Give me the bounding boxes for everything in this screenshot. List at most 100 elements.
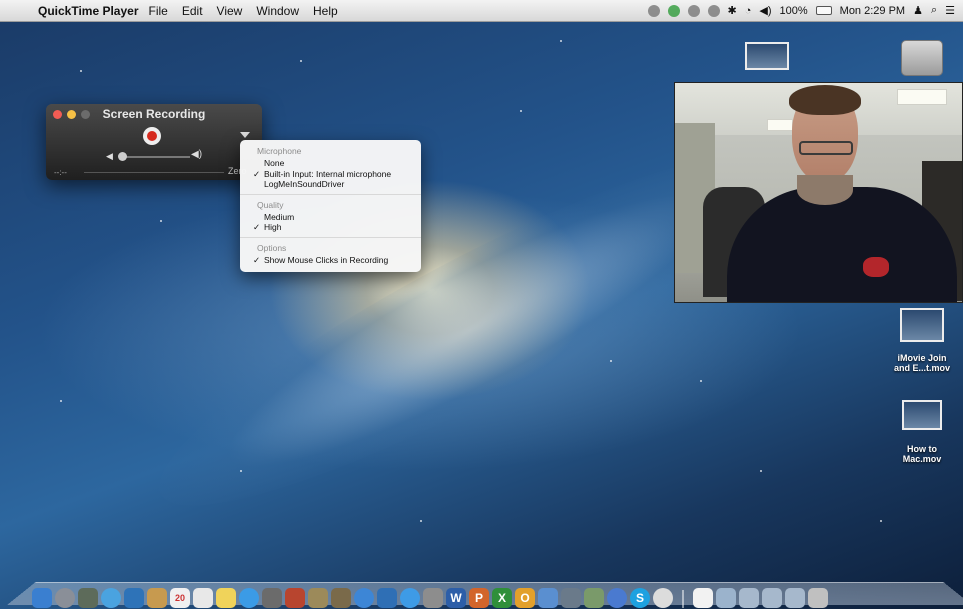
star	[300, 60, 302, 62]
excel-icon[interactable]: X	[492, 588, 512, 608]
screen-recording-window: Screen Recording ◀ ◀) --:-- Zero	[46, 104, 262, 180]
network-icon[interactable]	[584, 588, 604, 608]
menu-item-quality-medium[interactable]: Medium	[240, 212, 421, 223]
wifi-icon[interactable]: ◔	[745, 5, 752, 17]
menu-separator	[240, 236, 421, 238]
star	[240, 470, 242, 472]
person-glasses	[799, 141, 853, 155]
person-beard	[797, 175, 853, 205]
desktop-screenshot-icon[interactable]	[742, 42, 792, 70]
menu-edit[interactable]: Edit	[182, 4, 203, 18]
user-icon[interactable]: ♟	[913, 4, 923, 17]
options-menu: Microphone None ✓ Built-in Input: Intern…	[240, 140, 421, 272]
volume-slider-track[interactable]	[120, 156, 190, 158]
file-label-line1: How to	[907, 444, 937, 454]
volume-icon[interactable]: ◀)	[759, 4, 771, 17]
item-label: LogMeInSoundDriver	[264, 179, 345, 189]
bluetooth-icon[interactable]: ✱	[728, 4, 737, 17]
minimized-window-icon[interactable]	[762, 588, 782, 608]
itunes-icon[interactable]	[354, 588, 374, 608]
clock[interactable]: Mon 2:29 PM	[840, 5, 905, 17]
star	[560, 40, 562, 42]
recording-status-icon[interactable]	[647, 4, 660, 17]
menu-help[interactable]: Help	[313, 4, 338, 18]
photo-booth-icon[interactable]	[285, 588, 305, 608]
menu-view[interactable]: View	[217, 4, 243, 18]
record-button[interactable]	[143, 127, 161, 145]
skype-icon[interactable]: S	[630, 588, 650, 608]
contacts-icon[interactable]	[147, 588, 167, 608]
webcam-video[interactable]	[674, 82, 963, 303]
messages-icon[interactable]	[239, 588, 259, 608]
time-machine-icon[interactable]	[707, 4, 720, 17]
menu-item-show-mouse-clicks[interactable]: ✓ Show Mouse Clicks in Recording	[240, 255, 421, 266]
migration-icon[interactable]	[561, 588, 581, 608]
documents-stack-icon[interactable]	[693, 588, 713, 608]
person-hair	[789, 85, 861, 115]
minimized-window-icon[interactable]	[785, 588, 805, 608]
options-dropdown-button[interactable]	[240, 132, 250, 138]
volume-slider-knob[interactable]	[118, 152, 127, 161]
powerpoint-icon[interactable]: P	[469, 588, 489, 608]
launchpad-icon[interactable]	[55, 588, 75, 608]
checkmark-icon: ✓	[253, 222, 261, 232]
app-menu[interactable]: QuickTime Player	[38, 4, 139, 18]
dvd-player-icon[interactable]	[653, 588, 673, 608]
word-icon[interactable]: W	[446, 588, 466, 608]
menu-file[interactable]: File	[149, 4, 168, 18]
finder-icon[interactable]	[32, 588, 52, 608]
star	[520, 110, 522, 112]
desktop-file-howto[interactable]: How to Mac.mov	[884, 400, 960, 464]
system-preferences-icon[interactable]	[423, 588, 443, 608]
record-icon	[147, 131, 157, 141]
reminders-icon[interactable]	[193, 588, 213, 608]
minimized-window-icon[interactable]	[739, 588, 759, 608]
battery-percent[interactable]: 100%	[780, 5, 808, 17]
star	[760, 470, 762, 472]
item-label: Built-in Input: Internal microphone	[264, 168, 392, 179]
item-label: Show Mouse Clicks in Recording	[264, 254, 389, 265]
mail-icon[interactable]	[124, 588, 144, 608]
facetime-icon[interactable]	[262, 588, 282, 608]
ceiling-light	[767, 119, 793, 131]
sync-icon[interactable]	[667, 4, 680, 17]
window-title: Screen Recording	[102, 107, 206, 121]
battery-icon[interactable]	[815, 6, 832, 15]
desktop-file-imovie[interactable]: iMovie Join and E...t.mov	[884, 308, 960, 373]
menu-window[interactable]: Window	[256, 4, 299, 18]
ibooks-icon[interactable]	[377, 588, 397, 608]
menu-item-quality-high[interactable]: ✓ High	[240, 222, 421, 233]
iphoto-star-icon[interactable]	[308, 588, 328, 608]
volume-low-icon: ◀	[106, 151, 113, 161]
star	[420, 520, 422, 522]
dropbox-icon[interactable]	[687, 4, 700, 17]
checkmark-icon: ✓	[253, 254, 261, 265]
lync-icon[interactable]	[538, 588, 558, 608]
menu-item-microphone-internal[interactable]: ✓ Built-in Input: Internal microphone	[240, 169, 421, 180]
menu-item-microphone-none[interactable]: None	[240, 158, 421, 169]
screenshot-thumbnail	[745, 42, 789, 70]
star	[880, 520, 882, 522]
hard-drive-icon[interactable]	[895, 40, 949, 76]
star	[160, 220, 162, 222]
star	[60, 400, 62, 402]
dashboard-icon[interactable]	[78, 588, 98, 608]
safari-icon[interactable]	[101, 588, 121, 608]
menu-item-microphone-logmein[interactable]: LogMeInSoundDriver	[240, 179, 421, 190]
menu-bar: QuickTime Player File Edit View Window H…	[0, 0, 963, 22]
elapsed-time: --:--	[54, 168, 67, 177]
notification-center-icon[interactable]: ☰	[945, 4, 955, 17]
notes-icon[interactable]	[216, 588, 236, 608]
item-label: None	[264, 158, 285, 168]
star	[700, 380, 702, 382]
outlook-icon[interactable]: O	[515, 588, 535, 608]
menu-header-quality: Quality	[257, 199, 284, 210]
app-store-icon[interactable]	[400, 588, 420, 608]
calendar-icon[interactable]: 20	[170, 588, 190, 608]
status-area: ✱ ◔ ◀) 100% Mon 2:29 PM ♟ ⌕ ☰	[647, 4, 955, 17]
quicktime-icon[interactable]	[607, 588, 627, 608]
downloads-stack-icon[interactable]	[716, 588, 736, 608]
spotlight-search-icon[interactable]: ⌕	[931, 4, 937, 17]
iphoto-icon[interactable]	[331, 588, 351, 608]
trash-icon[interactable]	[808, 588, 828, 608]
